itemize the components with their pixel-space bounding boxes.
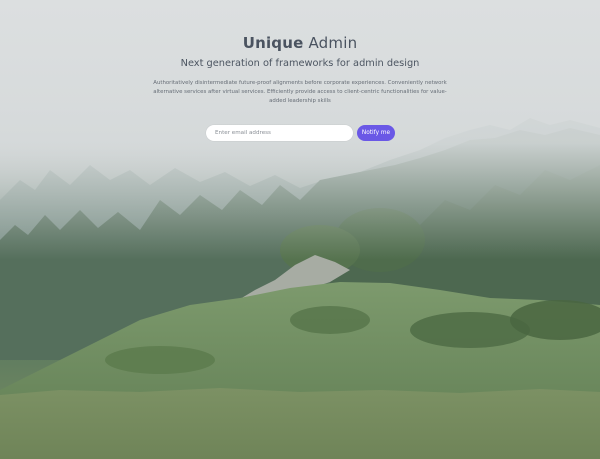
hero-background: Unique Admin Next generation of framewor…: [0, 0, 600, 459]
subscribe-form: Notify me: [206, 125, 396, 141]
email-input[interactable]: [206, 125, 353, 141]
brand-name-bold: Unique: [242, 34, 304, 52]
description-text: Authoritatively disintermediate future-p…: [153, 80, 447, 104]
brand-name-light: Admin: [308, 34, 358, 52]
brand-title: Unique Admin: [0, 34, 600, 52]
notify-me-button[interactable]: Notify me: [357, 125, 395, 141]
tagline: Next generation of frameworks for admin …: [180, 58, 420, 69]
